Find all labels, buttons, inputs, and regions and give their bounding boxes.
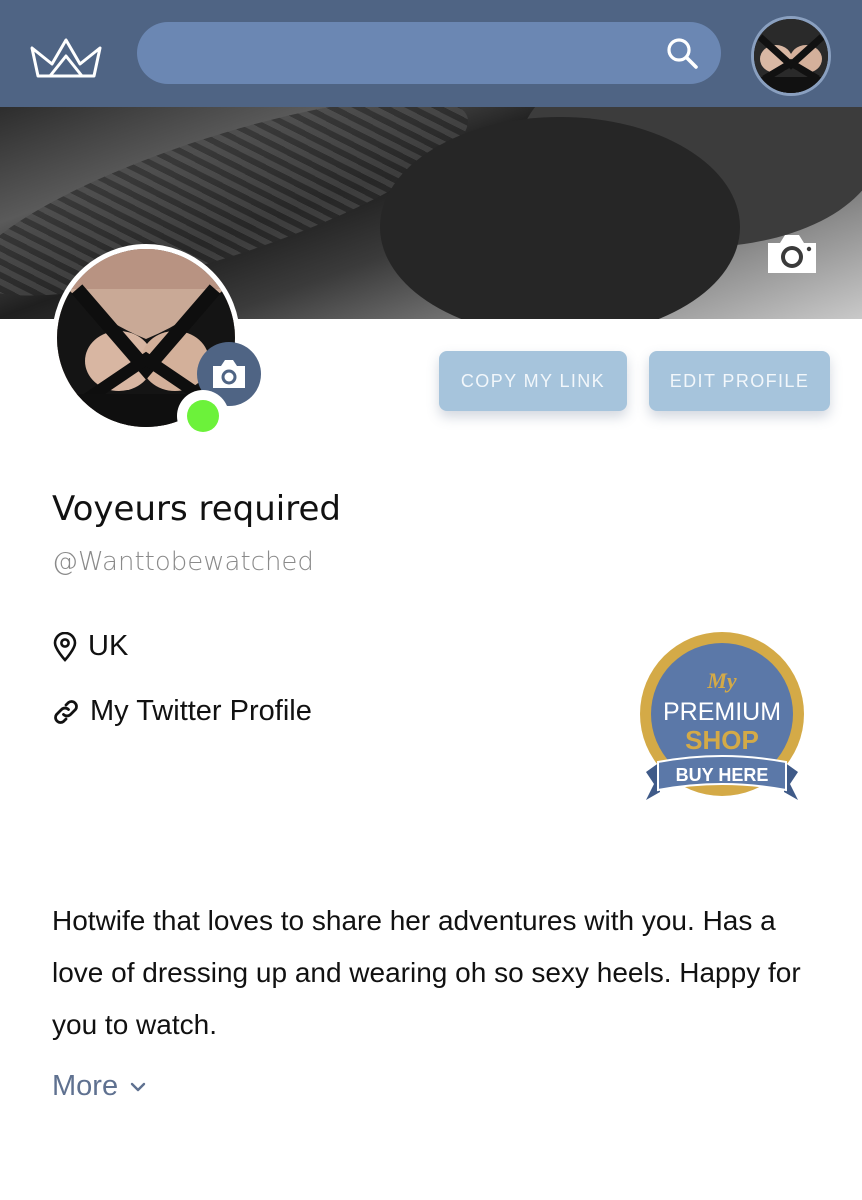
username-handle: @Wanttobewatched bbox=[52, 547, 314, 577]
badge-shop-text: SHOP bbox=[685, 725, 759, 755]
location-row: UK bbox=[52, 630, 128, 663]
twitter-profile-link[interactable]: My Twitter Profile bbox=[90, 695, 312, 728]
more-label[interactable]: More bbox=[52, 1070, 118, 1103]
more-toggle[interactable]: More bbox=[52, 1070, 146, 1103]
premium-shop-badge[interactable]: My PREMIUM SHOP BUY HERE bbox=[638, 632, 806, 804]
location-text: UK bbox=[88, 630, 129, 662]
chevron-down-icon bbox=[130, 1082, 146, 1091]
camera-icon[interactable] bbox=[764, 231, 820, 277]
edit-profile-button[interactable]: EDIT PROFILE bbox=[649, 351, 830, 411]
link-icon bbox=[54, 699, 78, 724]
badge-buy-here-text: BUY HERE bbox=[676, 765, 769, 785]
profile-bio: Hotwife that loves to share her adventur… bbox=[52, 905, 801, 1040]
location-pin-icon bbox=[53, 631, 77, 662]
search-icon[interactable] bbox=[665, 36, 699, 70]
online-status-indicator bbox=[177, 390, 229, 442]
external-link-row[interactable]: My Twitter Profile bbox=[52, 695, 312, 728]
badge-premium-text: PREMIUM bbox=[663, 698, 781, 726]
crown-icon[interactable] bbox=[28, 34, 104, 82]
user-avatar[interactable] bbox=[751, 16, 831, 96]
copy-link-button[interactable]: COPY MY LINK bbox=[439, 351, 627, 411]
top-bar bbox=[0, 0, 862, 107]
search-input[interactable] bbox=[137, 22, 721, 84]
badge-my-text: My bbox=[706, 668, 737, 693]
display-name: Voyeurs required bbox=[52, 489, 341, 529]
